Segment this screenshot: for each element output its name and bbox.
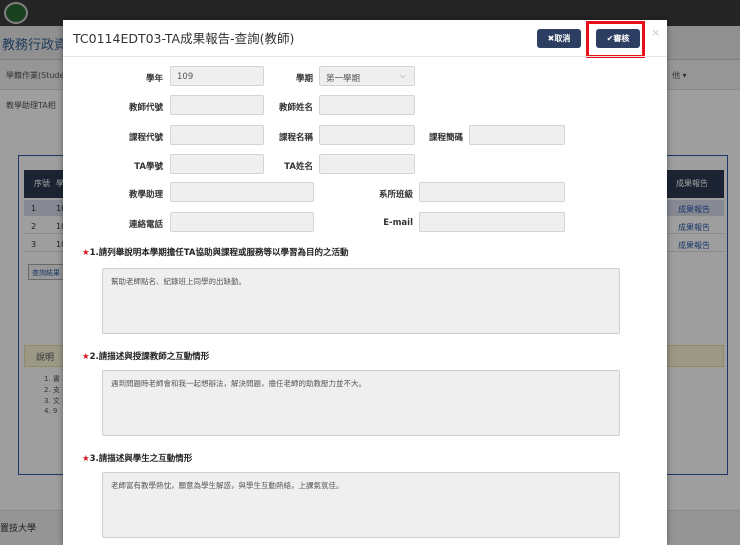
email-label: E-mail	[383, 218, 413, 228]
cancel-button[interactable]: ✖取消	[537, 29, 581, 48]
question-1-label: ★1.請列舉說明本學期擔任TA協助與課程或服務等以學習為目的之活動	[82, 246, 349, 258]
phone-label: 連絡電話	[128, 220, 163, 230]
course-short-code-label: 課程簡碼	[428, 133, 463, 143]
department-class-label: 系所班級	[378, 190, 413, 200]
question-1-text: 1.請列舉說明本學期擔任TA協助與課程或服務等以學習為目的之活動	[89, 248, 349, 258]
department-class-field[interactable]	[419, 182, 565, 202]
ta-name-field[interactable]	[319, 154, 415, 174]
required-star-icon: ★	[82, 248, 90, 258]
question-2-label: ★2.請描述與授課教師之互動情形	[82, 350, 209, 362]
review-button-highlight	[586, 21, 645, 58]
teaching-assistant-field[interactable]	[170, 182, 314, 202]
ta-student-id-field[interactable]	[170, 154, 264, 174]
semester-label: 學期	[295, 74, 313, 84]
modal-title: TC0114EDT03-TA成果報告-查詢(教師)	[73, 31, 295, 46]
teaching-assistant-label: 教學助理	[128, 190, 163, 200]
semester-value: 第一學期	[326, 74, 361, 84]
question-3-answer[interactable]: 老師富有教學熱忱，願意為學生解惑，與學生互動熱絡，上課氣氛佳。	[102, 472, 620, 538]
course-code-field[interactable]	[170, 125, 264, 145]
course-short-code-field[interactable]	[469, 125, 565, 145]
teacher-name-field[interactable]	[319, 95, 415, 115]
teacher-code-label: 教師代號	[128, 103, 163, 113]
ta-name-label: TA姓名	[284, 162, 313, 172]
question-2-answer[interactable]: 遇到問題時老師會和我一起想辦法，解決問題，擔任老師的助教壓力並不大。	[102, 370, 620, 436]
question-3-text: 3.請描述與學生之互動情形	[89, 454, 193, 464]
school-year-label: 學年	[145, 74, 163, 84]
semester-select[interactable]: 第一學期 ⌵	[319, 66, 415, 86]
required-star-icon: ★	[82, 454, 90, 464]
teacher-code-field[interactable]	[170, 95, 264, 115]
phone-field[interactable]	[170, 212, 314, 232]
course-name-field[interactable]	[319, 125, 415, 145]
ta-report-modal: TC0114EDT03-TA成果報告-查詢(教師) ✖取消 ✔審核 × 學年 1…	[63, 20, 667, 545]
question-1-answer[interactable]: 幫助老師點名、紀錄班上同學的出缺勤。	[102, 268, 620, 334]
question-3-label: ★3.請描述與學生之互動情形	[82, 452, 192, 464]
ta-student-id-label: TA學號	[134, 162, 163, 172]
header-divider	[63, 56, 667, 57]
course-code-label: 課程代號	[128, 133, 163, 143]
question-2-text: 2.請描述與授課教師之互動情形	[89, 352, 210, 362]
course-name-label: 課程名稱	[278, 133, 313, 143]
chevron-down-icon: ⌵	[399, 71, 406, 80]
teacher-name-label: 教師姓名	[278, 103, 313, 113]
close-icon[interactable]: ×	[651, 26, 660, 39]
school-year-field[interactable]: 109	[170, 66, 264, 86]
email-field[interactable]	[419, 212, 565, 232]
required-star-icon: ★	[82, 352, 90, 362]
